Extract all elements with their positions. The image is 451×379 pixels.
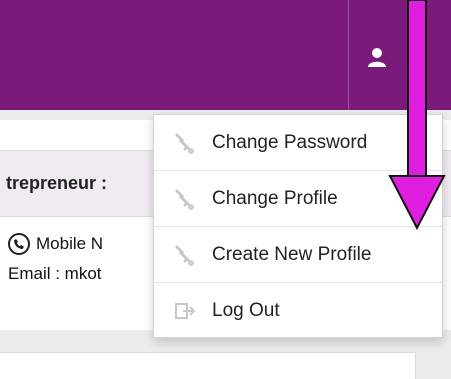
menu-item-label: Create New Profile [212,243,372,265]
user-icon [368,48,386,67]
logout-icon [175,303,196,319]
menu-item-log-out[interactable]: Log Out [154,283,442,337]
menu-item-label: Log Out [212,300,280,321]
navbar-divider [348,0,349,110]
entrepreneur-label: trepreneur : [6,173,108,193]
arrow-down-icon [388,0,446,231]
mobile-row: Mobile N [8,233,103,255]
menu-item-create-new-profile[interactable]: Create New Profile [154,227,442,283]
content-panel [0,352,416,379]
mobile-label: Mobile N [36,234,104,253]
key-icon [175,188,194,210]
key-icon [175,244,194,266]
phone-icon [8,233,30,255]
menu-item-label: Change Profile [212,187,338,209]
menu-item-label: Change Password [212,131,368,153]
email-label: Email : mkot [8,264,102,283]
key-icon [175,132,194,154]
top-navbar [0,0,451,110]
